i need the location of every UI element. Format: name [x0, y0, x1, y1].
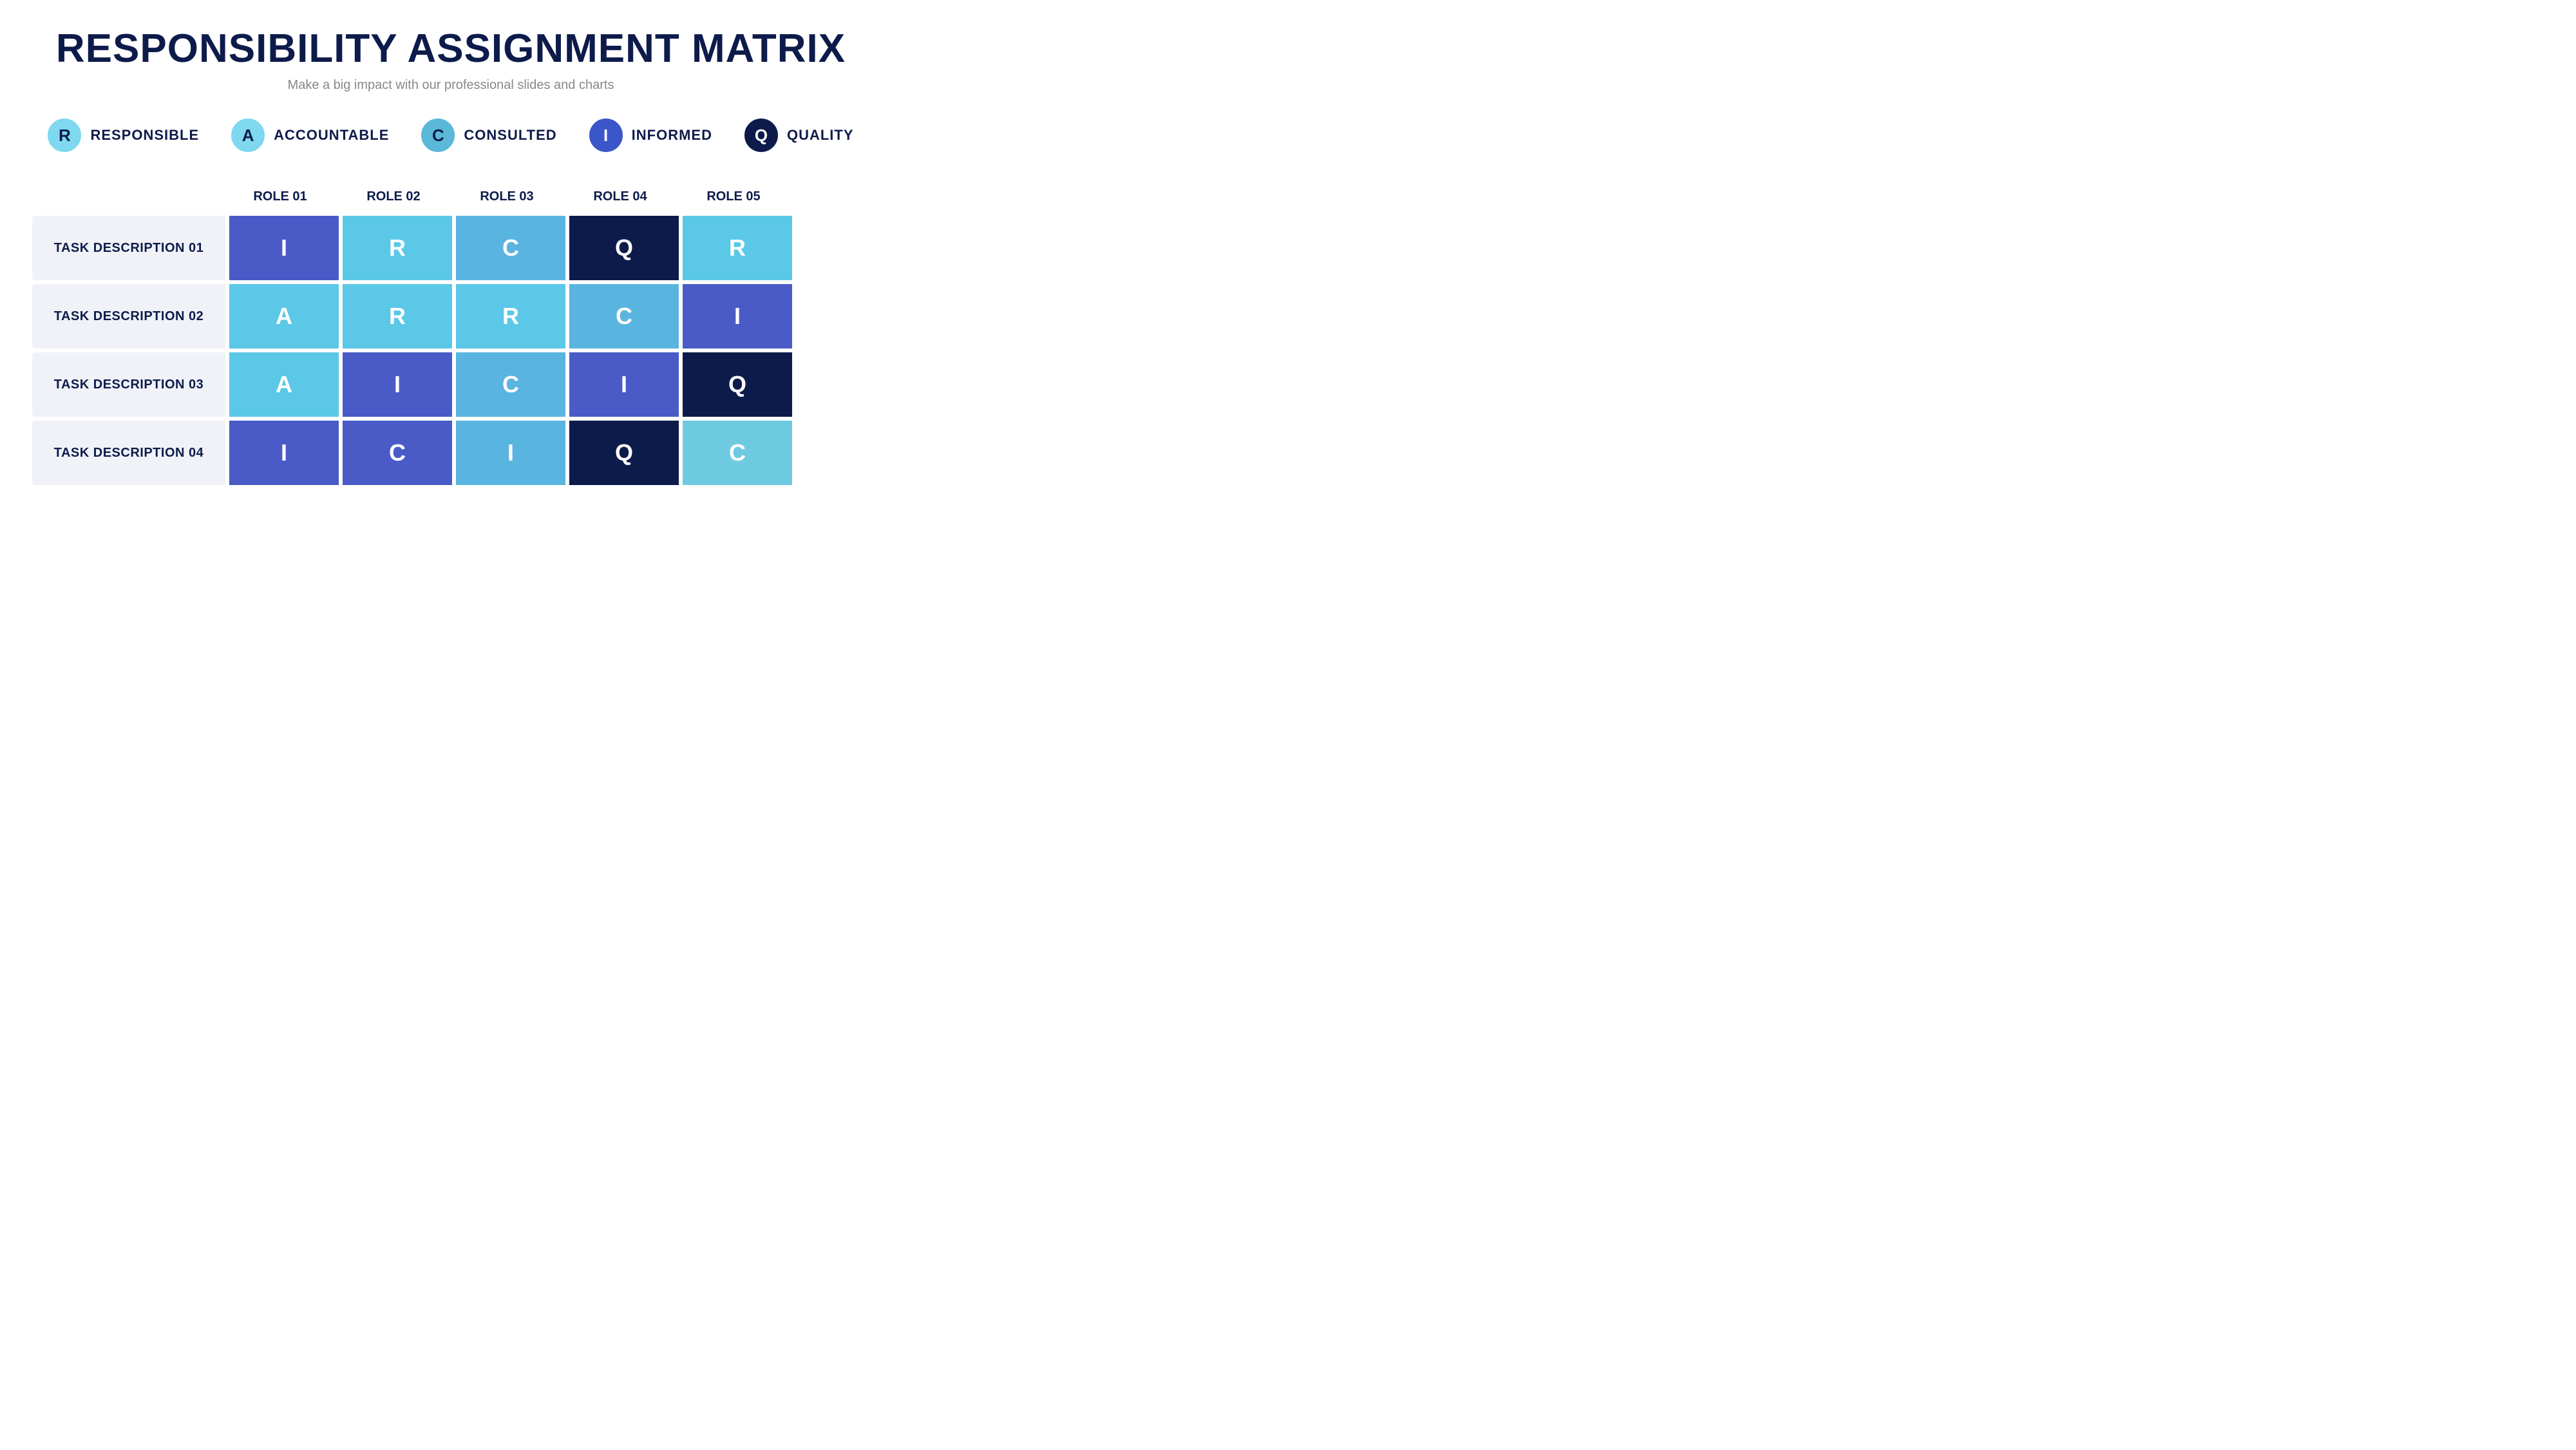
role-header-1: ROLE 01 [225, 184, 335, 209]
cell-task2-role5: I [683, 284, 792, 348]
role-header-3: ROLE 03 [452, 184, 562, 209]
cells-group-3: AICIQ [229, 352, 792, 417]
task-label-1: TASK DESCRIPTION 01 [32, 216, 225, 280]
cell-task4-role1: I [229, 421, 339, 485]
legend-label-quality: QUALITY [787, 127, 854, 144]
cell-task2-role2: R [343, 284, 452, 348]
task-label-4: TASK DESCRIPTION 04 [32, 421, 225, 485]
cell-task2-role3: R [456, 284, 565, 348]
cell-task1-role2: R [343, 216, 452, 280]
cell-task4-role3: I [456, 421, 565, 485]
cell-task1-role5: R [683, 216, 792, 280]
cell-task3-role1: A [229, 352, 339, 417]
table-row: TASK DESCRIPTION 01IRCQR [32, 216, 869, 280]
cell-task4-role4: Q [569, 421, 679, 485]
legend-label-consulted: CONSULTED [464, 127, 556, 144]
cell-task1-role1: I [229, 216, 339, 280]
legend-circle-quality: Q [744, 119, 778, 152]
table-row: TASK DESCRIPTION 04ICIQC [32, 421, 869, 485]
cells-group-4: ICIQC [229, 421, 792, 485]
task-label-text-3: TASK DESCRIPTION 03 [54, 377, 204, 392]
cell-task2-role1: A [229, 284, 339, 348]
cell-task4-role5: C [683, 421, 792, 485]
task-label-text-1: TASK DESCRIPTION 01 [54, 241, 204, 256]
legend-item-responsible: R RESPONSIBLE [48, 119, 199, 152]
legend-circle-informed: I [589, 119, 623, 152]
legend-item-informed: I INFORMED [589, 119, 712, 152]
matrix-header-row: ROLE 01ROLE 02ROLE 03ROLE 04ROLE 05 [225, 184, 869, 209]
cells-group-2: ARRCI [229, 284, 792, 348]
legend-circle-consulted: C [421, 119, 455, 152]
cell-task4-role2: C [343, 421, 452, 485]
cell-task3-role2: I [343, 352, 452, 417]
legend-circle-responsible: R [48, 119, 81, 152]
matrix-container: ROLE 01ROLE 02ROLE 03ROLE 04ROLE 05 TASK… [32, 184, 869, 489]
cell-task3-role4: I [569, 352, 679, 417]
page-subtitle: Make a big impact with our professional … [288, 78, 614, 93]
cell-task3-role3: C [456, 352, 565, 417]
role-header-4: ROLE 04 [565, 184, 675, 209]
cell-task2-role4: C [569, 284, 679, 348]
cell-task1-role3: C [456, 216, 565, 280]
table-row: TASK DESCRIPTION 03AICIQ [32, 352, 869, 417]
role-header-2: ROLE 02 [339, 184, 448, 209]
cell-task1-role4: Q [569, 216, 679, 280]
legend-circle-accountable: A [231, 119, 265, 152]
task-label-2: TASK DESCRIPTION 02 [32, 284, 225, 348]
task-label-text-2: TASK DESCRIPTION 02 [54, 309, 204, 324]
legend-label-responsible: RESPONSIBLE [90, 127, 199, 144]
legend-item-accountable: A ACCOUNTABLE [231, 119, 389, 152]
cells-group-1: IRCQR [229, 216, 792, 280]
legend-item-consulted: C CONSULTED [421, 119, 556, 152]
legend-item-quality: Q QUALITY [744, 119, 854, 152]
legend-label-accountable: ACCOUNTABLE [274, 127, 389, 144]
page-title: RESPONSIBILITY ASSIGNMENT MATRIX [56, 26, 846, 72]
role-header-5: ROLE 05 [679, 184, 788, 209]
task-label-3: TASK DESCRIPTION 03 [32, 352, 225, 417]
legend-label-informed: INFORMED [632, 127, 712, 144]
task-label-text-4: TASK DESCRIPTION 04 [54, 446, 204, 461]
cell-task3-role5: Q [683, 352, 792, 417]
legend: R RESPONSIBLE A ACCOUNTABLE C CONSULTED … [48, 119, 853, 152]
table-row: TASK DESCRIPTION 02ARRCI [32, 284, 869, 348]
